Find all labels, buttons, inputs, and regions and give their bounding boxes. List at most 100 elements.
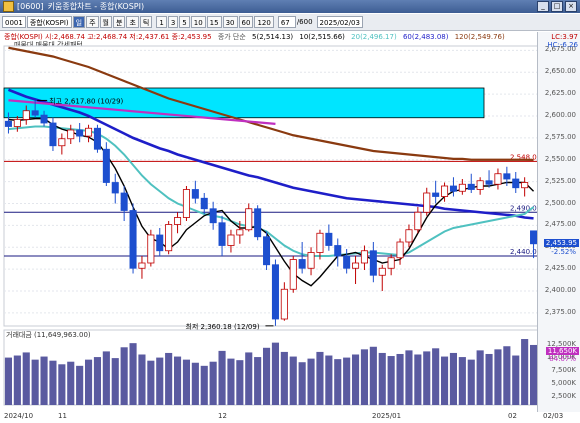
candle-body-28	[254, 208, 262, 238]
volume-bar-9	[84, 359, 93, 405]
date-tick-label-4: 02	[508, 412, 517, 420]
candle-body-53	[476, 180, 484, 190]
candle-body-2	[22, 110, 30, 120]
volume-bar-38	[343, 357, 351, 405]
volume-bar-31	[280, 351, 288, 405]
date-tick-label-1: 11	[58, 412, 67, 420]
candle-body-34	[307, 252, 315, 269]
volume-bar-52	[467, 359, 475, 405]
volume-bar-19	[173, 356, 182, 405]
candle-body-11	[102, 148, 110, 183]
volume-bar-51	[458, 357, 466, 405]
volume-bar-45	[405, 350, 413, 405]
volume-ratio: 84.67%	[549, 355, 576, 363]
volume-bar-42	[378, 352, 386, 405]
candle-body-44	[396, 241, 404, 259]
candle-body-37	[334, 245, 342, 257]
candle-body-22	[200, 197, 208, 210]
price-tick-label-8: 2,475.00	[544, 220, 576, 229]
price-tick-label-6: 2,525.00	[544, 176, 576, 185]
volume-bar-32	[289, 356, 297, 405]
volume-bar-8	[76, 365, 84, 405]
volume-bar-56	[503, 346, 511, 405]
price-tick-label-7: 2,500.00	[544, 198, 576, 207]
volume-bar-24	[218, 350, 226, 405]
volume-bar-39	[351, 354, 360, 405]
volume-title: 거래대금 (11,649,963.00)	[6, 330, 91, 339]
volume-bar-22	[200, 365, 208, 405]
volume-bar-0	[4, 357, 13, 405]
volume-bar-54	[485, 353, 493, 405]
volume-bar-17	[156, 357, 164, 405]
volume-bar-23	[209, 361, 217, 405]
volume-bar-57	[512, 355, 520, 405]
candle-body-41	[369, 250, 377, 276]
volume-bar-25	[227, 358, 235, 405]
candlestick-chart[interactable]: 2,548.082,490.002,440.00최고 2,617.80 (10/…	[0, 0, 580, 423]
candle-body-19	[174, 217, 182, 225]
volume-bar-29	[262, 347, 271, 405]
candle-body-40	[360, 250, 368, 264]
candle-body-16	[147, 234, 155, 264]
candle-body-18	[165, 224, 173, 252]
price-tick-label-3: 2,600.00	[544, 111, 576, 119]
volume-bar-34	[307, 358, 315, 405]
candle-body-39	[352, 262, 360, 269]
candle-body-36	[325, 232, 333, 246]
high-annotation: 최고 2,617.80 (10/29)	[49, 96, 123, 105]
candle-body-7	[67, 129, 75, 140]
volume-bar-28	[254, 357, 262, 405]
volume-bar-12	[111, 358, 119, 405]
price-tick-label-5: 2,550.00	[544, 154, 576, 163]
volume-bar-6	[58, 364, 66, 405]
price-tick-label-4: 2,575.00	[544, 132, 576, 141]
date-tick-label-2: 12	[218, 412, 227, 420]
candle-body-52	[467, 183, 475, 190]
candle-body-49	[441, 185, 449, 197]
volume-bar-15	[138, 354, 146, 405]
price-tick-label-2: 2,625.00	[544, 89, 576, 98]
volume-bar-30	[271, 342, 280, 405]
candle-body-48	[432, 192, 440, 197]
candle-body-9	[85, 127, 93, 137]
date-tick-label-3: 2025/01	[372, 412, 402, 420]
volume-bar-40	[360, 349, 369, 405]
volume-tick-label-3: 5,000K	[551, 379, 576, 387]
volume-bar-3	[31, 359, 39, 405]
lc-value: LC:3.97	[551, 33, 578, 41]
candle-body-45	[405, 229, 413, 243]
candle-body-3	[31, 110, 39, 116]
candle-body-59	[530, 230, 538, 245]
candle-body-8	[76, 129, 84, 137]
volume-bar-48	[432, 348, 440, 405]
volume-bar-33	[298, 362, 306, 405]
candle-body-31	[280, 288, 288, 320]
volume-bar-11	[102, 351, 110, 405]
price-tick-label-1: 2,650.00	[544, 67, 576, 76]
volume-bar-43	[387, 356, 395, 405]
candle-body-51	[458, 183, 466, 192]
price-tick-label-10: 2,425.00	[544, 264, 576, 273]
candle-body-13	[120, 192, 128, 211]
volume-bar-35	[316, 351, 324, 405]
volume-current-tag: 11,650K	[545, 347, 579, 355]
current-price-tag: 2,453.95	[543, 238, 579, 247]
candle-body-25	[227, 234, 235, 246]
volume-bar-27	[245, 352, 253, 405]
volume-bar-13	[120, 347, 128, 405]
price-tick-label-11: 2,400.00	[544, 286, 576, 294]
date-tick-label-5: 02/03	[543, 412, 564, 420]
price-tick-label-12: 2,375.00	[544, 307, 576, 316]
candle-body-12	[111, 182, 119, 194]
candle-body-5	[49, 122, 57, 147]
date-tick-label-0: 2024/10	[4, 412, 34, 420]
candle-body-4	[40, 114, 48, 124]
candle-body-55	[494, 173, 502, 185]
candle-body-33	[298, 259, 306, 269]
volume-bar-44	[396, 353, 404, 405]
volume-bar-50	[449, 352, 458, 405]
candle-body-42	[378, 267, 386, 276]
volume-tick-label-2: 7,500K	[551, 366, 576, 374]
candle-body-17	[156, 234, 164, 252]
candle-body-21	[191, 189, 199, 199]
